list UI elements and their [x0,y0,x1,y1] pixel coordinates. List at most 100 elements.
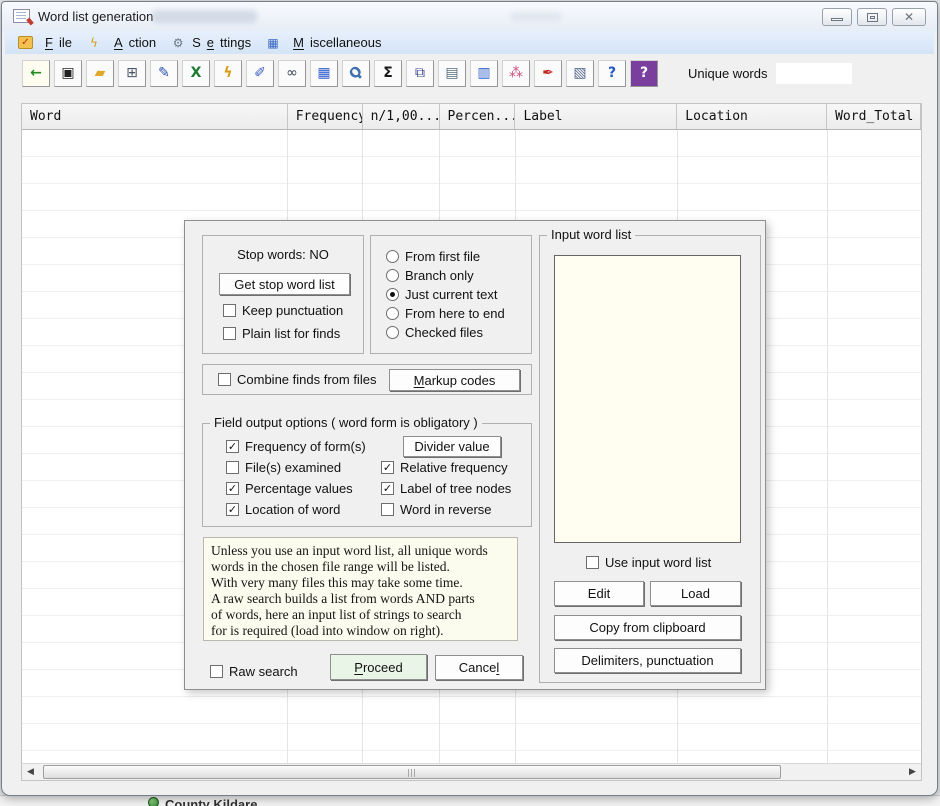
label-key: F [45,35,53,50]
title-bar[interactable]: Word list generation ✕ [2,2,937,31]
toolbar-sigma-icon[interactable]: Σ [374,60,402,87]
checkbox-relative-frequency[interactable]: ✓ Relative frequency [381,460,511,475]
scrollbar-thumb[interactable] [43,765,781,779]
gear-icon: ⚙ [170,36,186,50]
column-header-location[interactable]: Location [677,104,827,129]
column-header-n-1-00-[interactable]: n/1,00... [363,104,440,129]
checkbox-label: Relative frequency [400,460,508,475]
radio-from-first-file[interactable]: From first file [386,249,505,264]
radio-branch-only[interactable]: Branch only [386,268,505,283]
toolbar-copy-icon[interactable]: ⧉ [406,60,434,87]
info-text-box: Unless you use an input word list, all u… [203,537,518,641]
checkbox-files-examined[interactable]: File(s) examined [226,460,366,475]
checkbox-box[interactable]: ✓ [381,461,394,474]
horizontal-scrollbar[interactable]: ◀ ▶ [22,763,921,780]
toolbar-write-doc-icon[interactable]: ✐ [246,60,274,87]
column-header-percen-[interactable]: Percen... [440,104,516,129]
minimize-button[interactable] [822,8,852,26]
proceed-button[interactable]: Proceed [330,654,427,680]
radio-checked-files[interactable]: Checked files [386,325,505,340]
radio-circle[interactable] [386,307,399,320]
checkbox-box[interactable] [381,503,394,516]
radio-circle[interactable] [386,250,399,263]
label-key: A [114,35,123,50]
edit-button[interactable]: Edit [554,581,644,606]
toolbar-spectacles-icon[interactable]: ∞ [278,60,306,87]
toolbar-windows-copy-icon[interactable]: ⊞ [118,60,146,87]
toolbar-frame-icon[interactable]: ▣ [54,60,82,87]
toolbar-database-gear-icon[interactable]: ▤ [438,60,466,87]
menu-file[interactable]: ✓File [14,33,82,52]
toolbar-search-icon[interactable]: Ϙ [342,60,370,87]
maximize-button[interactable] [857,8,887,26]
checkbox-label: Frequency of form(s) [245,439,366,454]
raw-search-slot: Raw search [210,664,298,679]
checkbox-keep-punctuation[interactable]: Keep punctuation [223,303,343,318]
radio-just-current-text[interactable]: Just current text [386,287,505,302]
checkbox-box[interactable]: ✓ [381,482,394,495]
checkbox-raw-search[interactable]: Raw search [210,664,298,679]
checkbox-box[interactable] [210,665,223,678]
blurred-background-text [510,12,562,21]
checkbox-location-of-word[interactable]: ✓Location of word [226,502,366,517]
checkbox-box[interactable] [586,556,599,569]
toolbar-help-icon[interactable]: ? [598,60,626,87]
toolbar-open-folder-icon[interactable]: ▰ [86,60,114,87]
toolbar-exit-icon[interactable]: ← [22,60,50,87]
radio-circle[interactable] [386,326,399,339]
delimiters-punctuation-button[interactable]: Delimiters, punctuation [554,648,741,673]
toolbar-book-help-icon[interactable]: ? [630,60,658,87]
toolbar-red-pen-icon[interactable]: ✒ [534,60,562,87]
background-item-label: County Kildare [165,797,257,806]
menu-bar: ✓FileϟAction⚙Settings▦Miscellaneous [5,31,934,54]
toolbar-balloons-icon[interactable]: ⁂ [502,60,530,87]
column-header-frequency[interactable]: Frequency [288,104,363,129]
checkbox-plain-list-for-finds[interactable]: Plain list for finds [223,326,343,341]
get-stop-word-list-button[interactable]: Get stop word list [219,273,350,295]
radio-circle[interactable] [386,269,399,282]
checkbox-box[interactable]: ✓ [226,482,239,495]
checkbox-box[interactable]: ✓ [226,503,239,516]
save-edit-icon: ✎ [158,66,170,80]
load-button[interactable]: Load [650,581,741,606]
copy-from-clipboard-button[interactable]: Copy from clipboard [554,615,741,640]
checkbox-box[interactable] [223,304,236,317]
toolbar-list-doc-icon[interactable]: ▥ [470,60,498,87]
toolbar-properties-icon[interactable]: ▧ [566,60,594,87]
checkbox-box[interactable]: ✓ [226,440,239,453]
green-globe-icon [148,797,159,806]
column-header-word-total[interactable]: Word_Total [827,104,921,129]
menu-settings[interactable]: ⚙Settings [166,33,261,52]
menu-miscellaneous[interactable]: ▦Miscellaneous [261,33,391,52]
input-word-list-textarea[interactable] [554,255,741,543]
unique-words-field[interactable] [776,63,852,84]
close-button[interactable]: ✕ [892,8,926,26]
column-header-word[interactable]: Word [22,104,288,129]
toolbar-lightning-icon[interactable]: ϟ [214,60,242,87]
column-header-label[interactable]: Label [515,104,677,129]
label-pre: Cance [459,660,497,675]
scroll-right-button[interactable]: ▶ [904,764,921,780]
checkbox-box[interactable] [226,461,239,474]
radio-from-here-to-end[interactable]: From here to end [386,306,505,321]
checkbox-box[interactable] [223,327,236,340]
radio-circle[interactable] [386,288,399,301]
toolbar-save-edit-icon[interactable]: ✎ [150,60,178,87]
checkbox-percentage-values[interactable]: ✓Percentage values [226,481,366,496]
toolbar-excel-icon[interactable]: X [182,60,210,87]
checkbox-use-input-word-list[interactable]: Use input word list [586,555,711,570]
toolbar-table-icon[interactable]: ▦ [310,60,338,87]
checkbox-combine-finds-from-files[interactable]: Combine finds from files [218,372,376,387]
stop-words-checkboxes: Keep punctuation Plain list for finds [223,303,343,341]
scroll-left-button[interactable]: ◀ [22,764,39,780]
divider-value-button[interactable]: Divider value [403,436,501,457]
cancel-button[interactable]: Cancel [435,655,523,680]
markup-codes-button[interactable]: Markup codes [389,369,520,391]
checkbox-box[interactable] [218,373,231,386]
folder-check-icon: ✓ [18,36,33,49]
checkbox-label-of-tree-nodes[interactable]: ✓Label of tree nodes [381,481,511,496]
menu-action[interactable]: ϟAction [82,33,166,52]
checkbox-frequency-of-forms[interactable]: ✓ Frequency of form(s) [226,439,366,454]
table-icon: ▦ [265,36,281,50]
checkbox-word-in-reverse[interactable]: Word in reverse [381,502,511,517]
